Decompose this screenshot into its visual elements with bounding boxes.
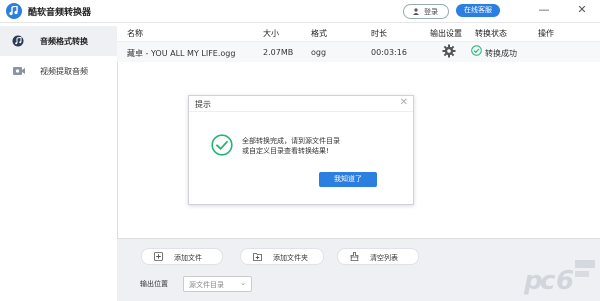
- table-row[interactable]: 藏卓 - YOU ALL MY LIFE.ogg 2.07MB ogg 00:0…: [117, 42, 600, 62]
- file-size: 2.07MB: [263, 48, 294, 57]
- file-name: 藏卓 - YOU ALL MY LIFE.ogg: [127, 49, 236, 58]
- close-icon[interactable]: ✕: [575, 3, 589, 17]
- column-header-format: 格式: [311, 29, 327, 38]
- login-button[interactable]: 登录: [403, 4, 449, 19]
- dialog-close-icon[interactable]: ✕: [400, 97, 408, 108]
- app-title: 酷软音频转换器: [28, 8, 92, 18]
- output-location-value: 源文件目录: [189, 281, 224, 289]
- add-folder-icon: [253, 253, 262, 261]
- column-header-size: 大小: [263, 29, 279, 38]
- svg-text:6: 6: [556, 266, 574, 296]
- clear-list-button[interactable]: 清空列表: [337, 248, 419, 265]
- dialog-message-line2: 或自定义目录查看转换结果!: [242, 147, 329, 155]
- title-bar: 酷软音频转换器 登录 在线客服 — ✕: [0, 0, 600, 23]
- app-logo-icon: [6, 3, 22, 19]
- file-duration: 00:03:16: [371, 48, 407, 57]
- clear-list-label: 清空列表: [370, 254, 398, 262]
- dialog-message-line1: 全部转换完成，请到源文件目录: [242, 137, 340, 145]
- sidebar-item-video-extract[interactable]: 视频提取音频: [0, 56, 117, 86]
- conversion-status: 转换成功: [485, 49, 517, 58]
- music-icon: [12, 35, 24, 47]
- column-header-duration: 时长: [371, 29, 387, 38]
- add-folder-label: 添加文件夹: [273, 254, 308, 262]
- add-folder-button[interactable]: 添加文件夹: [240, 248, 324, 265]
- file-format: ogg: [311, 48, 327, 57]
- sidebar-item-label: 音频格式转换: [40, 37, 88, 46]
- column-header-name: 名称: [127, 29, 143, 38]
- video-icon: [13, 67, 25, 75]
- completion-dialog: 提示 ✕ 全部转换完成，请到源文件目录 或自定义目录查看转换结果! 我知道了: [188, 95, 414, 205]
- add-file-icon: [154, 252, 163, 261]
- dialog-title: 提示: [195, 100, 211, 109]
- column-header-actions: 操作: [538, 29, 554, 38]
- check-circle-icon: [211, 134, 233, 156]
- output-location-label: 输出位置: [140, 280, 168, 288]
- clear-list-icon: [350, 252, 359, 261]
- add-file-label: 添加文件: [174, 254, 202, 262]
- success-icon: [471, 45, 482, 56]
- online-service-button[interactable]: 在线客服: [456, 4, 500, 17]
- gear-icon[interactable]: [442, 44, 456, 58]
- sidebar-item-label: 视频提取音频: [40, 67, 88, 76]
- output-location-select[interactable]: 源文件目录 ⌄: [183, 276, 252, 292]
- svg-text:c: c: [540, 266, 556, 296]
- column-header-status: 转换状态: [475, 29, 507, 38]
- login-label: 登录: [424, 8, 438, 16]
- user-icon: [413, 8, 419, 15]
- minimize-icon[interactable]: —: [537, 3, 551, 17]
- chevron-down-icon: ⌄: [240, 279, 246, 287]
- dialog-header: 提示 ✕: [189, 96, 413, 112]
- dialog-ok-button[interactable]: 我知道了: [319, 172, 377, 187]
- column-header-output-settings: 输出设置: [430, 29, 462, 38]
- sidebar: 音频格式转换 视频提取音频: [0, 23, 119, 300]
- add-file-button[interactable]: 添加文件: [141, 248, 223, 265]
- sidebar-item-audio-convert[interactable]: 音频格式转换: [0, 26, 119, 56]
- watermark-logo: p c 6: [523, 260, 595, 296]
- table-header: 名称 大小 格式 时长 输出设置 转换状态 操作: [117, 23, 600, 42]
